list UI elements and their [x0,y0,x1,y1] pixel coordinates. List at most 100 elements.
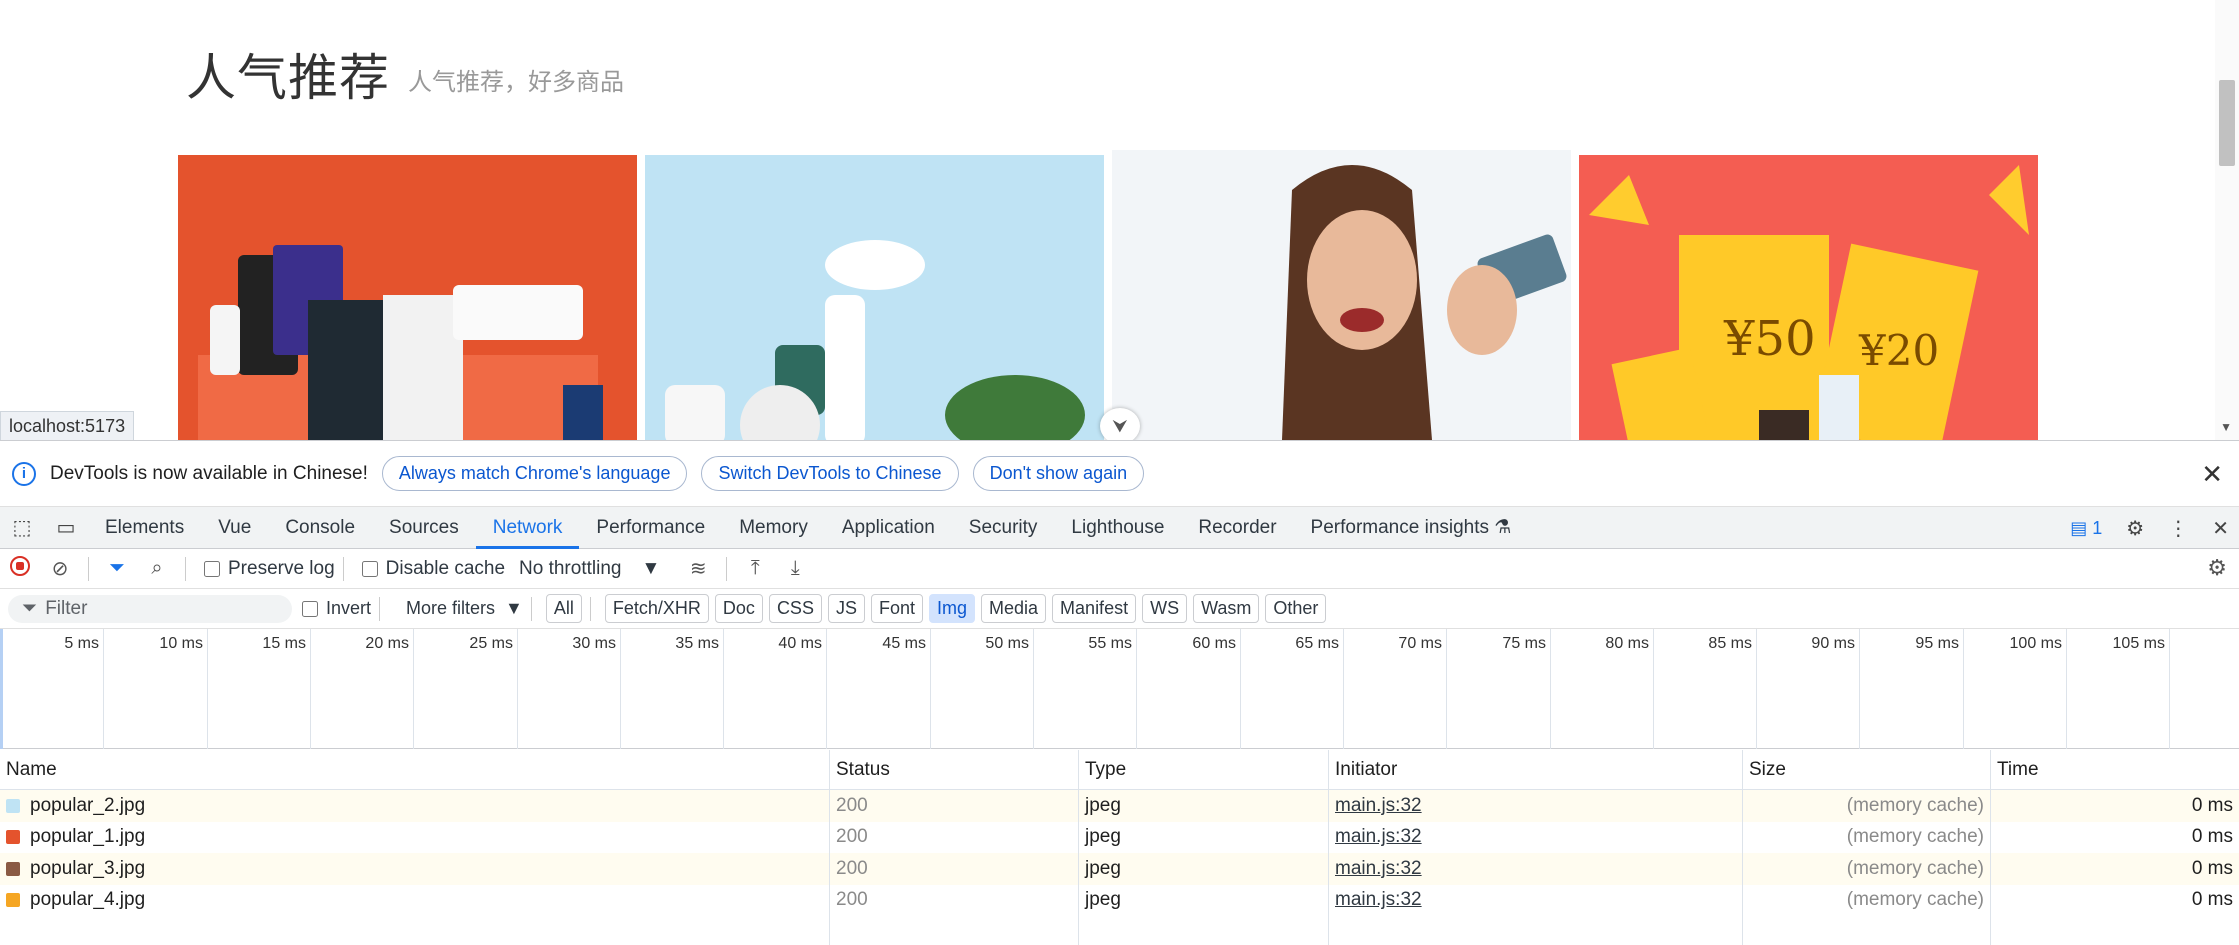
initiator-link[interactable]: main.js:32 [1335,826,1422,848]
tab-sources[interactable]: Sources [372,507,476,549]
disable-cache-input[interactable] [361,560,378,577]
product-image-electronics[interactable] [178,155,637,440]
tab-application[interactable]: Application [825,507,952,549]
tab-performance-insights[interactable]: Performance insights ⚗ [1294,507,1529,549]
timeline-gridline [1550,629,1551,749]
timeline-gridline [1653,629,1654,749]
invert-input[interactable] [302,600,318,617]
column-header-status[interactable]: Status [830,750,1079,789]
column-header-time[interactable]: Time [1991,750,2239,789]
initiator-link[interactable]: main.js:32 [1335,795,1422,817]
table-body: popular_2.jpg 200 jpeg main.js:32 (memory ca… [0,790,2239,945]
empty-cell [1079,916,1329,945]
page-scrollbar-thumb[interactable] [2219,80,2235,166]
tab-memory[interactable]: Memory [722,507,825,549]
close-icon[interactable]: ✕ [2201,459,2223,490]
table-row[interactable]: popular_4.jpg 200 jpeg main.js:32 (memory ca… [0,884,2239,916]
filter-type-font[interactable]: Font [870,594,923,623]
tab-console[interactable]: Console [268,507,372,549]
product-image-coupon[interactable]: ¥50 ¥20 [1579,155,2038,440]
filter-type-img[interactable]: Img [929,594,976,623]
initiator-link[interactable]: main.js:32 [1335,889,1422,911]
cell-time: 0 ms [2191,826,2233,848]
network-settings-icon[interactable]: ⚙ [2207,555,2227,581]
page-scrollbar[interactable]: ▼ [2215,0,2239,440]
match-language-button[interactable]: Always match Chrome's language [381,456,688,491]
invert-checkbox[interactable]: Invert [302,598,371,619]
empty-cell [1743,916,1991,945]
filter-type-all[interactable]: All [545,594,582,623]
message-icon: ▤ [2070,517,2088,538]
cell-status: 200 [830,790,1079,822]
filter-type-wasm[interactable]: Wasm [1193,594,1260,623]
dont-show-again-button[interactable]: Don't show again [972,456,1145,491]
timeline-gridline [310,629,311,749]
column-header-size[interactable]: Size [1743,750,1991,789]
cell-type: jpeg [1079,790,1329,822]
network-overview-timeline[interactable]: 5 ms 10 ms 15 ms 20 ms 25 ms 30 ms 35 ms 40 ms 4… [0,629,2239,749]
column-header-initiator[interactable]: Initiator [1329,750,1743,789]
initiator-link[interactable]: main.js:32 [1335,858,1422,880]
tab-network[interactable]: Network [475,507,580,549]
device-toolbar-icon[interactable]: ▭ [44,515,88,540]
switch-to-chinese-button[interactable]: Switch DevTools to Chinese [701,456,959,491]
filter-type-ws[interactable]: WS [1142,594,1188,623]
svg-text:¥20: ¥20 [1858,326,1939,375]
filter-type-media[interactable]: Media [981,594,1047,623]
timeline-gridline [1240,629,1241,749]
column-header-name[interactable]: Name [0,750,830,789]
chevron-down-icon[interactable]: ⮟ [1100,408,1140,440]
network-conditions-icon[interactable]: ≋ [678,556,718,581]
image-file-icon [6,798,20,813]
filter-type-other[interactable]: Other [1265,594,1327,623]
issues-badge[interactable]: ▤ 1 [2070,518,2102,539]
tab-performance[interactable]: Performance [579,507,722,549]
tab-vue[interactable]: Vue [201,507,268,549]
request-name: popular_2.jpg [30,794,146,816]
chevron-down-icon: ▼ [505,598,523,618]
search-icon[interactable]: ⌕ [137,557,177,580]
webpage-viewport: 人气推荐 人气推荐，好多商品 ¥50 ¥20 ▼ ⮟ localhost:517… [0,0,2239,440]
timeline-gridline [1859,629,1860,749]
export-har-icon[interactable]: ⤓ [775,557,815,580]
filter-type-manifest[interactable]: Manifest [1052,594,1137,623]
filter-input[interactable]: ⏷ Filter [8,594,292,623]
column-header-type[interactable]: Type [1079,750,1329,789]
preserve-log-checkbox[interactable]: Preserve log [204,558,335,580]
devtools-panel: i DevTools is now available in Chinese! … [0,440,2239,945]
filter-type-js[interactable]: JS [827,594,865,623]
product-image-woman-card[interactable] [1112,150,1571,440]
throttling-select[interactable]: No throttling ▼ [519,558,660,580]
record-icon[interactable] [0,555,40,582]
table-header: Name Status Type Initiator Size Time [0,750,2239,790]
filter-type-css[interactable]: CSS [768,594,822,623]
tab-lighthouse[interactable]: Lighthouse [1054,507,1181,549]
table-row[interactable]: popular_2.jpg 200 jpeg main.js:32 (memory ca… [0,790,2239,822]
tab-security[interactable]: Security [952,507,1055,549]
import-har-icon[interactable]: ⤒ [735,557,775,580]
more-filters-dropdown[interactable]: More filters ▼ [406,598,523,619]
timeline-gridline [620,629,621,749]
table-row[interactable]: popular_3.jpg 200 jpeg main.js:32 (memory ca… [0,853,2239,885]
timeline-tick-label: 75 ms [1502,635,1546,652]
table-row[interactable]: popular_1.jpg 200 jpeg main.js:32 (memory ca… [0,821,2239,853]
tab-elements[interactable]: Elements [88,507,201,549]
tab-recorder[interactable]: Recorder [1181,507,1293,549]
gear-icon[interactable]: ⚙ [2126,516,2144,541]
filter-icon[interactable]: ⏷ [97,557,137,580]
timeline-tick-label: 11 [2189,635,2239,653]
scroll-down-arrow-icon[interactable]: ▼ [2220,420,2232,434]
clear-icon[interactable]: ⊘ [40,556,80,581]
timeline-tick-label: 70 ms [1398,635,1442,652]
inspect-element-icon[interactable]: ⬚ [0,515,44,540]
empty-cell [830,916,1079,945]
disable-cache-checkbox[interactable]: Disable cache [361,558,505,580]
funnel-icon: ⏷ [22,597,38,619]
product-image-appliances[interactable] [645,155,1104,440]
close-devtools-icon[interactable]: ✕ [2212,516,2229,541]
preserve-log-input[interactable] [204,560,220,577]
divider [185,556,186,581]
filter-type-doc[interactable]: Doc [714,594,763,623]
filter-type-fetch-xhr[interactable]: Fetch/XHR [604,594,709,623]
more-options-icon[interactable]: ⋮ [2168,516,2188,541]
